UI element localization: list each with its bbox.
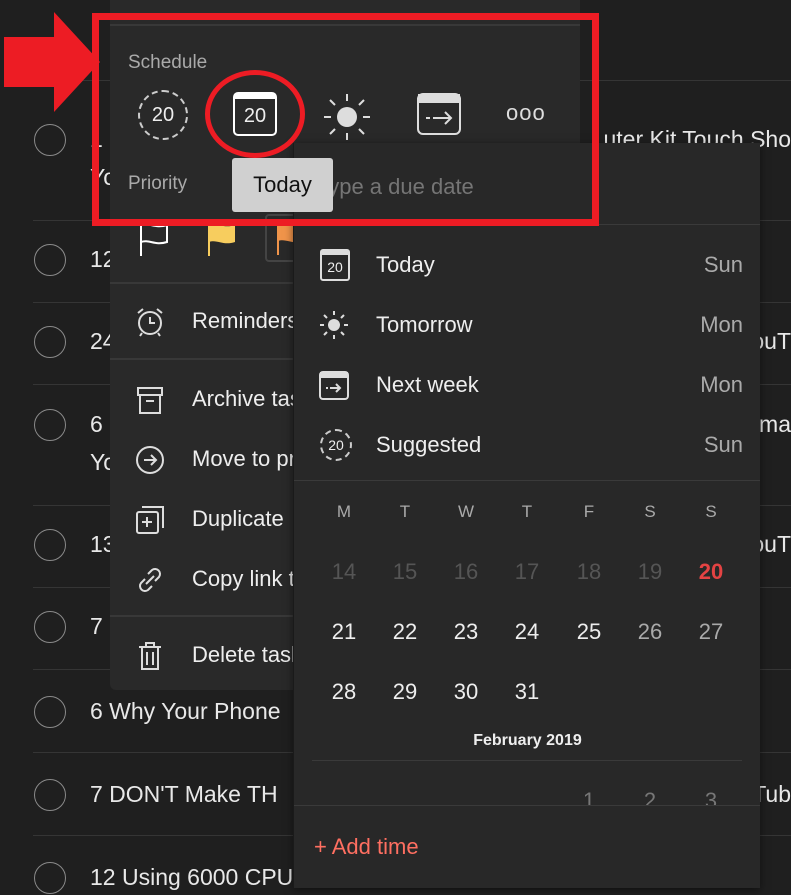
annotation-arrow-icon xyxy=(4,12,100,112)
annotation-highlight-box xyxy=(92,13,599,226)
sun-icon xyxy=(320,311,348,339)
weekday-header: T xyxy=(521,502,533,521)
weekday-header: W xyxy=(457,502,475,521)
priority-1-flag[interactable] xyxy=(138,222,170,261)
task-complete-checkbox[interactable] xyxy=(34,779,66,811)
alarm-clock-icon xyxy=(137,308,163,337)
month-label: February 2019 xyxy=(473,732,582,749)
calendar-day[interactable]: 27 xyxy=(691,619,731,645)
calendar-day[interactable]: 22 xyxy=(385,619,425,645)
task-complete-checkbox[interactable] xyxy=(34,244,66,276)
weekday-header: S xyxy=(644,502,656,521)
date-picker: 20TodaySunTomorrowMonNext weekMon20Sugge… xyxy=(293,143,760,888)
quick-option-today[interactable]: 20 Today Sun xyxy=(294,237,760,293)
weekday-header: M xyxy=(336,502,352,521)
quick-option-tomorrow[interactable]: Tomorrow Mon xyxy=(294,297,760,353)
link-icon xyxy=(139,568,161,592)
task-complete-checkbox[interactable] xyxy=(34,611,66,643)
flag-icon xyxy=(140,223,168,256)
task-complete-checkbox[interactable] xyxy=(34,326,66,358)
flag-icon xyxy=(208,224,235,256)
task-complete-checkbox[interactable] xyxy=(34,862,66,894)
calendar-day[interactable]: 29 xyxy=(385,679,425,705)
archive-icon xyxy=(137,387,163,414)
duplicate-icon xyxy=(136,506,164,534)
priority-2-flag[interactable] xyxy=(206,222,238,261)
calendar-day: 18 xyxy=(576,559,602,584)
calendar-day[interactable]: 26 xyxy=(630,619,670,645)
weekday-header: T xyxy=(399,502,411,521)
add-time-button[interactable]: + Add time xyxy=(314,834,419,860)
calendar-day: 15 xyxy=(392,559,418,584)
calendar-day: 16 xyxy=(453,559,479,584)
calendar-day: 14 xyxy=(331,559,357,584)
calendar-day[interactable]: 25 xyxy=(569,619,609,645)
calendar-day: 19 xyxy=(637,559,663,584)
calendar-day[interactable]: 23 xyxy=(446,619,486,645)
calendar-today-icon: 20 xyxy=(320,249,350,281)
quick-option-suggested[interactable]: 20 Suggested Sun xyxy=(294,417,760,473)
calendar-day[interactable]: 31 xyxy=(507,679,547,705)
task-title[interactable]: 6 xyxy=(90,411,103,438)
calendar-day[interactable]: 20 xyxy=(691,559,731,585)
task-title[interactable]: 7 xyxy=(90,613,103,640)
calendar-day: 17 xyxy=(514,559,540,584)
calendar-day[interactable]: 30 xyxy=(446,679,486,705)
task-complete-checkbox[interactable] xyxy=(34,124,66,156)
task-complete-checkbox[interactable] xyxy=(34,409,66,441)
weekday-header: S xyxy=(705,502,717,521)
trash-icon xyxy=(139,642,161,670)
weekday-header: F xyxy=(583,502,595,521)
next-week-icon xyxy=(319,371,349,400)
annotation-circle xyxy=(205,70,305,158)
quick-option-next-week[interactable]: Next week Mon xyxy=(294,357,760,413)
task-complete-checkbox[interactable] xyxy=(34,529,66,561)
task-title[interactable]: 6 Why Your Phone xyxy=(90,698,281,725)
calendar-day[interactable]: 28 xyxy=(324,679,364,705)
calendar-day[interactable]: 24 xyxy=(507,619,547,645)
calendar-day[interactable]: 21 xyxy=(324,619,364,645)
task-title[interactable]: 7 DON'T Make TH xyxy=(90,781,278,808)
task-complete-checkbox[interactable] xyxy=(34,696,66,728)
suggested-20-icon: 20 xyxy=(320,429,352,461)
move-arrow-icon xyxy=(136,446,164,474)
